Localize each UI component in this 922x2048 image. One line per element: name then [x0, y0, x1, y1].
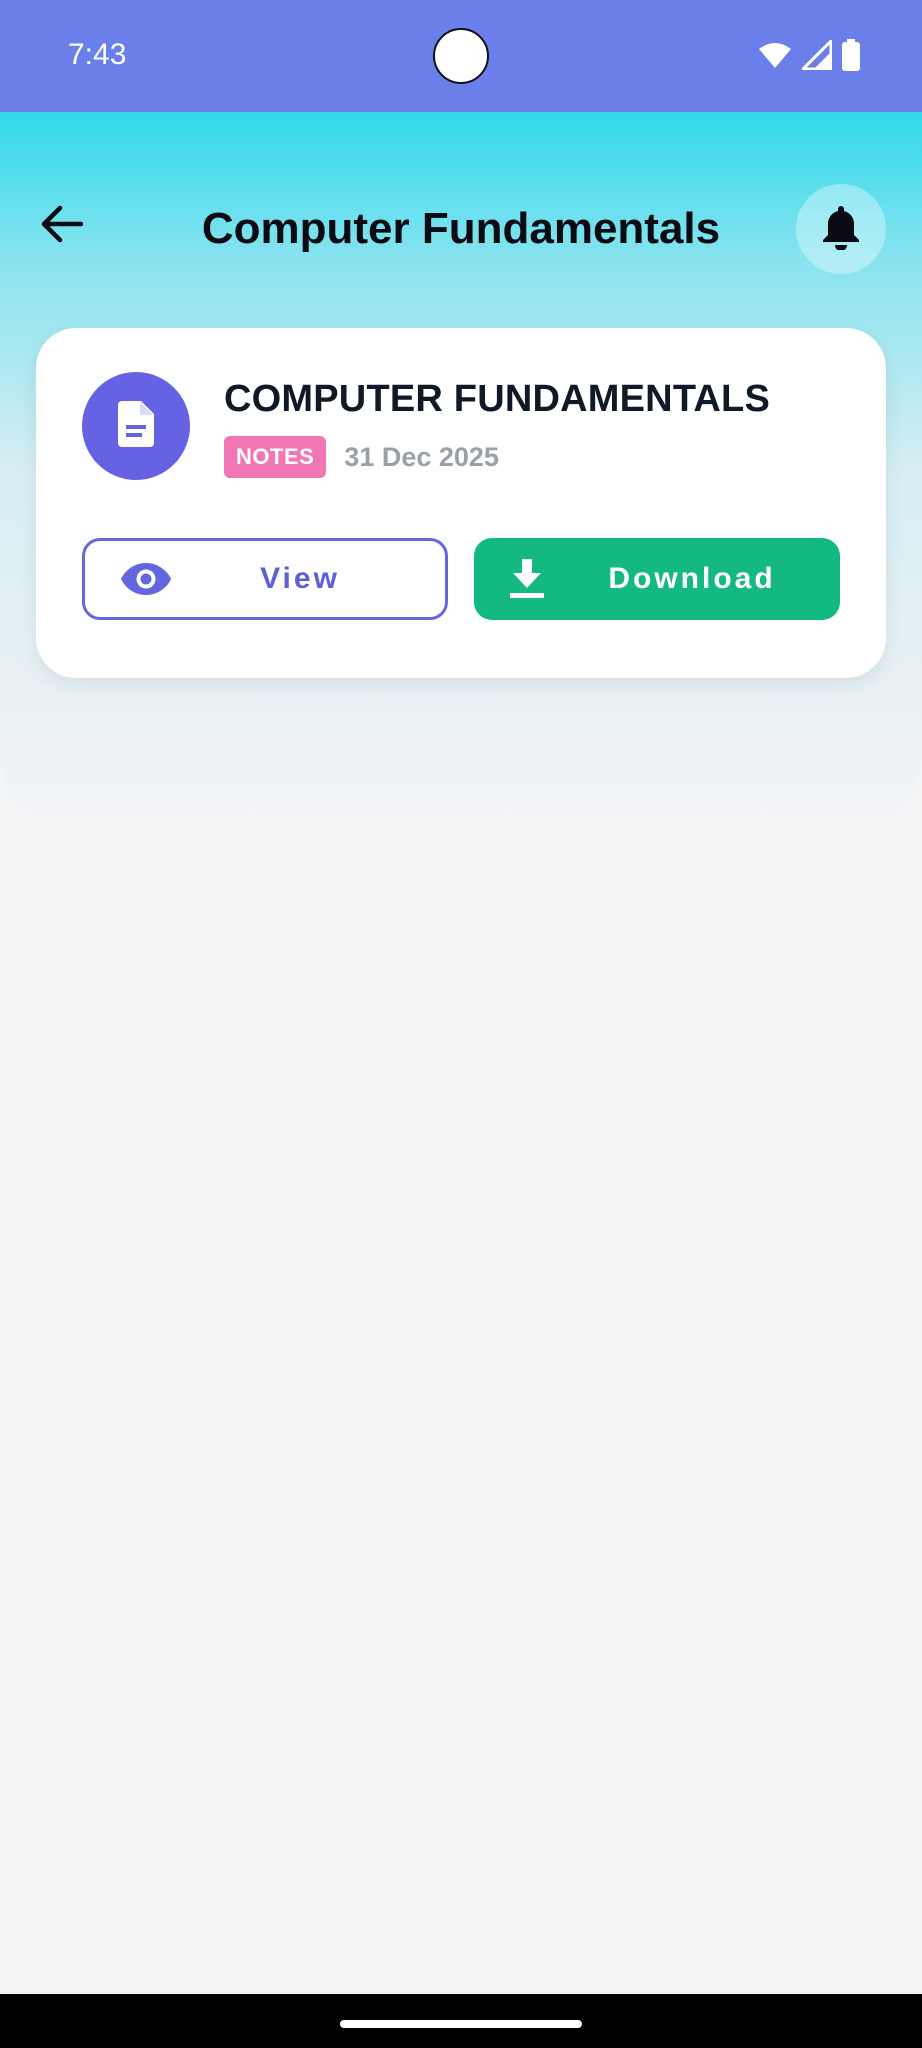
- view-button[interactable]: View: [82, 538, 448, 620]
- bell-icon: [821, 204, 861, 255]
- document-date: 31 Dec 2025: [344, 441, 499, 472]
- category-badge: NOTES: [224, 436, 327, 478]
- app-bar: Computer Fundamentals: [0, 180, 922, 280]
- document-title: COMPUTER FUNDAMENTALS: [224, 378, 771, 420]
- signal-icon: [802, 40, 832, 70]
- download-button[interactable]: Download: [474, 538, 840, 620]
- file-avatar: [82, 372, 190, 480]
- download-button-label: Download: [608, 562, 776, 595]
- status-time: 7:43: [68, 38, 127, 71]
- battery-icon: [842, 39, 860, 71]
- notifications-button[interactable]: [796, 184, 886, 274]
- home-indicator[interactable]: [340, 2020, 582, 2028]
- status-bar: 7:43: [0, 0, 922, 112]
- page-title: Computer Fundamentals: [201, 204, 721, 253]
- document-card: COMPUTER FUNDAMENTALS NOTES 31 Dec 2025 …: [36, 328, 886, 678]
- view-button-label: View: [260, 562, 340, 595]
- screen: 7:43 Computer Fundamentals COMPUTER FUND…: [0, 0, 922, 2048]
- document-meta: NOTES 31 Dec 2025: [224, 436, 499, 478]
- camera-cutout: [433, 28, 489, 84]
- wifi-icon: [758, 41, 792, 69]
- status-icons: [758, 38, 860, 72]
- system-nav-bar: [0, 1994, 922, 2048]
- document-icon: [118, 400, 154, 452]
